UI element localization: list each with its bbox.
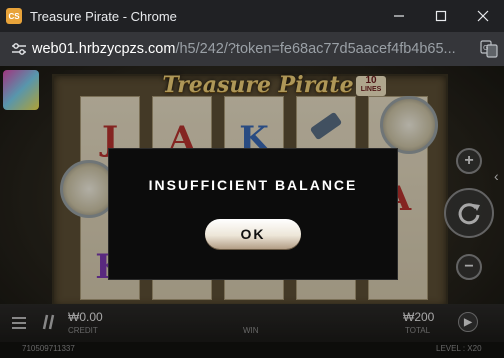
- address-bar[interactable]: web01.hrbzycpzs.com/h5/242/?token=fe68ac…: [0, 32, 504, 66]
- url-host: web01.hrbzycpzs.com: [32, 41, 176, 57]
- window-titlebar: CS Treasure Pirate - Chrome: [0, 0, 504, 32]
- translate-icon[interactable]: G: [474, 40, 504, 58]
- window-title: Treasure Pirate - Chrome: [30, 8, 177, 24]
- app-icon: CS: [6, 8, 22, 24]
- url-text[interactable]: web01.hrbzycpzs.com/h5/242/?token=fe68ac…: [32, 41, 474, 57]
- url-path: /h5/242/?token=fe68ac77d5aacef4fb4b65...: [175, 41, 456, 57]
- insufficient-balance-dialog: INSUFFICIENT BALANCE OK: [108, 148, 398, 280]
- close-button[interactable]: [462, 0, 504, 32]
- minimize-button[interactable]: [378, 0, 420, 32]
- maximize-button[interactable]: [420, 0, 462, 32]
- svg-text:G: G: [483, 44, 488, 52]
- site-settings-icon[interactable]: [6, 42, 32, 56]
- ok-button[interactable]: OK: [205, 219, 301, 249]
- dialog-message: INSUFFICIENT BALANCE: [148, 177, 358, 193]
